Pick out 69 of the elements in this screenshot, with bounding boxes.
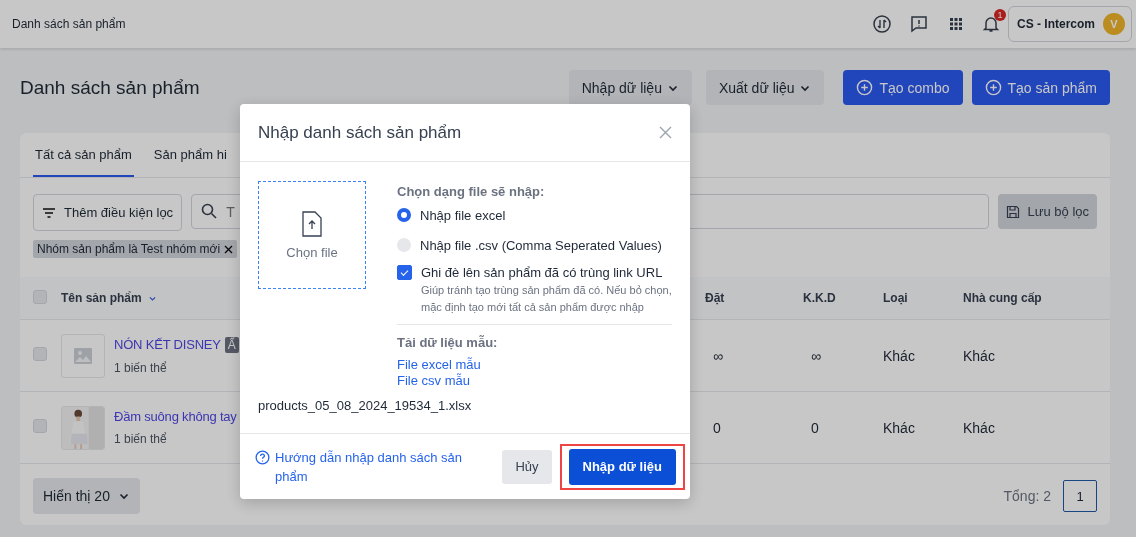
radio-button[interactable] — [397, 238, 411, 252]
sample-file-link[interactable]: File excel mẫu — [397, 357, 672, 373]
product-name-link[interactable]: Đầm suông không tay — [114, 409, 237, 424]
sync-icon[interactable] — [871, 13, 893, 35]
filter-icon — [42, 206, 56, 219]
dropdown-button[interactable]: Nhập dữ liệu — [568, 70, 692, 105]
overwrite-checkbox[interactable] — [397, 265, 412, 280]
column-header: Loại — [883, 291, 909, 305]
close-icon[interactable] — [224, 244, 234, 254]
column-header: Nhà cung cấp — [963, 291, 1043, 305]
checkbox-label[interactable]: Ghi đè lên sản phẩm đã có trùng link URL — [421, 265, 672, 280]
table-cell-text: Khác — [883, 347, 916, 364]
file-dropzone[interactable]: Chọn file — [258, 181, 366, 289]
tab[interactable]: Tất cả sản phẩm — [33, 133, 134, 177]
row-checkbox[interactable] — [33, 347, 47, 361]
feedback-icon[interactable] — [908, 13, 930, 35]
cancel-button[interactable]: Hủy — [502, 449, 552, 484]
account-button[interactable]: CS - Intercom V — [1008, 6, 1132, 42]
section-label: Chọn dạng file sẽ nhập: — [397, 184, 546, 199]
tab[interactable]: Sản phẩm hi — [151, 133, 229, 177]
import-button[interactable]: Nhập dữ liệu — [568, 448, 676, 485]
filter-tag-label: Nhóm sản phẩm là Test nhóm mới — [37, 242, 221, 256]
page-size-dropdown[interactable]: Hiển thị 20 — [33, 478, 140, 514]
save-filter-button[interactable]: Lưu bộ lọc — [997, 194, 1097, 229]
hint-text: Giúp tránh tạo trùng sản phẩm đã có. Nếu bỏ chọn, mặc định tạo mới tất cả sản phẩm được nhập — [421, 283, 672, 315]
variant-count: 1 biến thể — [114, 360, 168, 375]
variant-count: 1 biến thể — [114, 432, 168, 446]
plus-circle-icon — [856, 79, 874, 96]
page-heading: Danh sách sản phẩm — [20, 76, 201, 99]
table-cell-text: 0 — [712, 419, 722, 436]
save-icon — [1005, 204, 1020, 219]
file-name: products_05_08_2024_19534_1.xlsx — [258, 398, 473, 413]
column-header: K.K.D — [803, 291, 837, 305]
radio-button[interactable] — [397, 208, 411, 222]
section-label: Tải dữ liệu mẫu: — [397, 335, 499, 350]
add-filter-button[interactable]: Thêm điều kiện lọc — [33, 194, 183, 231]
column-header[interactable]: Tên sản phẩm — [61, 291, 142, 305]
avatar: V — [1103, 13, 1125, 35]
notification-badge: 1 — [994, 9, 1006, 21]
primary-button[interactable]: Tạo sản phẩm — [971, 70, 1110, 105]
table-cell-text: ∞ — [712, 347, 724, 364]
account-name: CS - Intercom — [1017, 17, 1095, 31]
bell-icon[interactable] — [982, 15, 1000, 33]
total-count: Tổng: 2 — [1003, 488, 1051, 504]
select-all-checkbox[interactable] — [33, 289, 47, 304]
dropzone-label: Chọn file — [286, 244, 338, 260]
page-button[interactable]: 1 — [1063, 480, 1097, 512]
search-icon — [201, 203, 218, 219]
radio-label[interactable]: Nhập file excel — [420, 207, 506, 223]
table-cell-text: Khác — [883, 419, 916, 436]
file-upload-icon — [301, 210, 323, 237]
primary-button[interactable]: Tạo combo — [843, 70, 963, 105]
product-name-link[interactable]: NÓN KẾT DISNEY — [114, 337, 221, 352]
dialog-title: Nhập danh sách sản phẩm — [258, 122, 462, 143]
help-link[interactable]: Hướng dẫn nhập danh sách sản phẩm — [275, 447, 485, 486]
table-cell-text: Khác — [963, 347, 996, 364]
dropdown-button[interactable]: Xuất dữ liệu — [705, 70, 825, 105]
radio-label[interactable]: Nhập file .csv (Comma Seperated Values) — [420, 237, 662, 253]
help-icon — [255, 449, 270, 465]
status-badge: Ẩ — [224, 336, 239, 353]
column-header: Đặt — [705, 291, 726, 305]
row-checkbox[interactable] — [33, 419, 47, 433]
table-cell-text: Khác — [963, 419, 996, 436]
table-cell-text: 0 — [810, 419, 820, 436]
table-cell-text: ∞ — [810, 347, 822, 364]
page-title: Danh sách sản phẩm — [12, 17, 127, 31]
plus-circle-icon — [984, 79, 1002, 96]
sample-file-link[interactable]: File csv mẫu — [397, 373, 672, 389]
image-placeholder-icon — [61, 333, 105, 378]
